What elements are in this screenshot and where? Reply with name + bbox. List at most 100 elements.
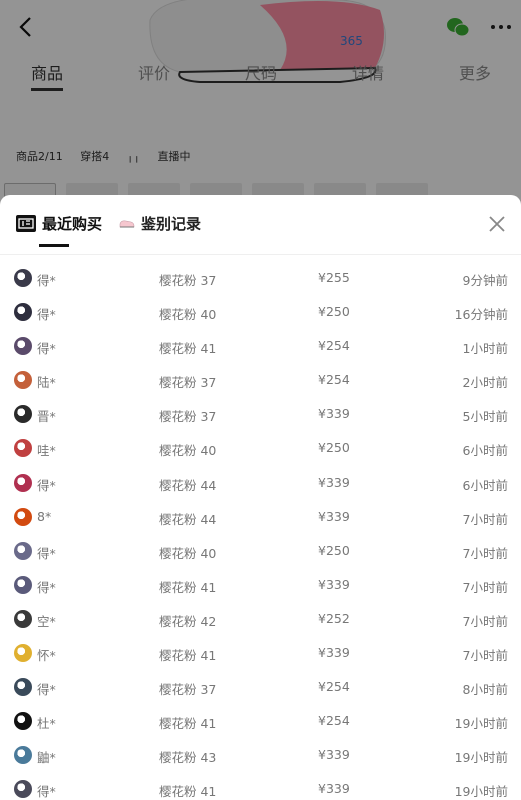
purchase-time: 6小时前 (462, 477, 508, 493)
purchase-time: 19小时前 (454, 750, 508, 766)
tab-authentication-records[interactable]: 鉴别记录 (119, 213, 201, 234)
purchase-row: 得* 樱花粉 37 ¥255 9分钟前 (0, 261, 521, 295)
buyer-avatar (14, 609, 32, 628)
buyer-name: 得* (37, 273, 56, 288)
purchase-row: 得* 樱花粉 44 ¥339 6小时前 (0, 466, 521, 500)
purchase-row: 怀* 樱花粉 41 ¥339 7小时前 (0, 636, 521, 670)
purchase-price: ¥250 (318, 440, 350, 456)
purchase-time: 9分钟前 (462, 273, 508, 288)
buyer-avatar (14, 405, 32, 424)
buyer-avatar (14, 712, 32, 731)
purchase-size: 樱花粉 42 (159, 613, 217, 629)
buyer-name: 8* (37, 508, 52, 524)
purchase-price: ¥250 (318, 542, 350, 558)
purchase-time: 7小时前 (462, 545, 508, 561)
purchase-price: ¥339 (318, 406, 350, 422)
buyer-name: 得* (37, 579, 56, 595)
purchase-size: 樱花粉 44 (159, 511, 217, 527)
purchase-row: 得* 樱花粉 40 ¥250 16分钟前 (0, 295, 521, 329)
purchase-size: 樱花粉 41 (159, 341, 217, 357)
purchase-time: 16分钟前 (454, 307, 508, 323)
purchase-size: 樱花粉 40 (159, 545, 217, 561)
purchase-time: 2小时前 (462, 375, 508, 391)
buyer-name: 得* (37, 545, 56, 561)
active-tab-underline (39, 244, 69, 247)
purchase-price: ¥254 (318, 338, 350, 354)
buyer-name: 杜* (37, 716, 56, 732)
tab-recent-purchases[interactable]: 最近购买 (16, 213, 102, 234)
buyer-name: 陆* (37, 375, 56, 391)
purchase-time: 1小时前 (462, 341, 508, 357)
tab-auth-label: 鉴别记录 (141, 215, 202, 233)
purchase-price: ¥252 (318, 610, 350, 626)
buyer-avatar (14, 575, 32, 594)
purchase-price: ¥339 (318, 781, 350, 797)
purchase-price: ¥339 (318, 747, 350, 763)
buyer-avatar (14, 337, 32, 356)
purchase-time: 7小时前 (462, 579, 508, 595)
purchase-row: 得* 樱花粉 37 ¥254 8小时前 (0, 670, 521, 704)
purchase-records-sheet: 最近购买 鉴别记录 得* 樱花粉 37 ¥255 9分钟前 得* 樱花粉 40 ¥250 16… (0, 195, 521, 800)
dewu-logo-icon (16, 215, 36, 232)
buyer-name: 得* (37, 341, 56, 357)
buyer-avatar (14, 269, 32, 287)
purchase-size: 樱花粉 41 (159, 579, 217, 595)
purchase-price: ¥339 (318, 474, 350, 490)
tab-recent-label: 最近购买 (42, 215, 103, 233)
purchase-size: 樱花粉 37 (159, 682, 217, 698)
purchase-row: 得* 樱花粉 41 ¥254 1小时前 (0, 329, 521, 363)
buyer-name: 得* (37, 682, 56, 698)
purchase-size: 樱花粉 41 (159, 716, 217, 732)
buyer-name: 得* (37, 307, 56, 323)
purchase-row: 8* 樱花粉 44 ¥339 7小时前 (0, 500, 521, 534)
buyer-name: 怀* (37, 648, 56, 664)
buyer-avatar (14, 541, 32, 560)
purchase-row: 鼬* 樱花粉 43 ¥339 19小时前 (0, 738, 521, 772)
close-icon[interactable] (487, 214, 507, 234)
sheet-header: 最近购买 鉴别记录 (0, 195, 521, 255)
buyer-avatar (14, 303, 32, 322)
purchase-row: 得* 樱花粉 41 ¥339 7小时前 (0, 568, 521, 602)
purchase-size: 樱花粉 40 (159, 307, 217, 323)
purchase-time: 19小时前 (454, 716, 508, 732)
purchase-price: ¥339 (318, 645, 350, 661)
purchase-row: 得* 樱花粉 40 ¥250 7小时前 (0, 534, 521, 568)
purchase-size: 樱花粉 43 (159, 750, 217, 766)
purchase-size: 樱花粉 44 (159, 477, 217, 493)
purchase-row: 陆* 樱花粉 37 ¥254 2小时前 (0, 363, 521, 397)
purchase-price: ¥254 (318, 713, 350, 729)
purchase-size: 樱花粉 37 (159, 273, 217, 288)
purchase-row: 得* 樱花粉 41 ¥339 19小时前 (0, 772, 521, 800)
purchase-time: 7小时前 (462, 613, 508, 629)
buyer-name: 空* (37, 613, 56, 629)
purchase-size: 樱花粉 37 (159, 409, 217, 425)
purchase-size: 樱花粉 41 (159, 648, 217, 664)
purchase-list: 得* 樱花粉 37 ¥255 9分钟前 得* 樱花粉 40 ¥250 16分钟前 得* 樱花粉 4… (0, 261, 521, 800)
buyer-avatar (14, 780, 32, 799)
buyer-name: 得* (37, 784, 56, 800)
purchase-row: 哇* 樱花粉 40 ¥250 6小时前 (0, 431, 521, 465)
buyer-avatar (14, 746, 32, 765)
buyer-avatar (14, 473, 32, 492)
purchase-time: 19小时前 (454, 784, 508, 800)
buyer-name: 得* (37, 477, 56, 493)
purchase-time: 8小时前 (462, 682, 508, 698)
purchase-row: 空* 樱花粉 42 ¥252 7小时前 (0, 602, 521, 636)
purchase-size: 樱花粉 37 (159, 375, 217, 391)
buyer-avatar (14, 371, 32, 390)
buyer-name: 鼬* (37, 750, 56, 766)
purchase-price: ¥339 (318, 508, 350, 524)
purchase-time: 6小时前 (462, 443, 508, 459)
purchase-time: 5小时前 (462, 409, 508, 425)
sneaker-icon (119, 220, 135, 227)
purchase-price: ¥250 (318, 304, 350, 320)
purchase-price: ¥339 (318, 576, 350, 592)
purchase-size: 樱花粉 40 (159, 443, 217, 459)
purchase-row: 晋* 樱花粉 37 ¥339 5小时前 (0, 397, 521, 431)
buyer-avatar (14, 644, 32, 663)
buyer-avatar (14, 507, 32, 526)
purchase-time: 7小时前 (462, 511, 508, 527)
purchase-row: 杜* 樱花粉 41 ¥254 19小时前 (0, 704, 521, 738)
purchase-time: 7小时前 (462, 648, 508, 664)
purchase-price: ¥254 (318, 372, 350, 388)
